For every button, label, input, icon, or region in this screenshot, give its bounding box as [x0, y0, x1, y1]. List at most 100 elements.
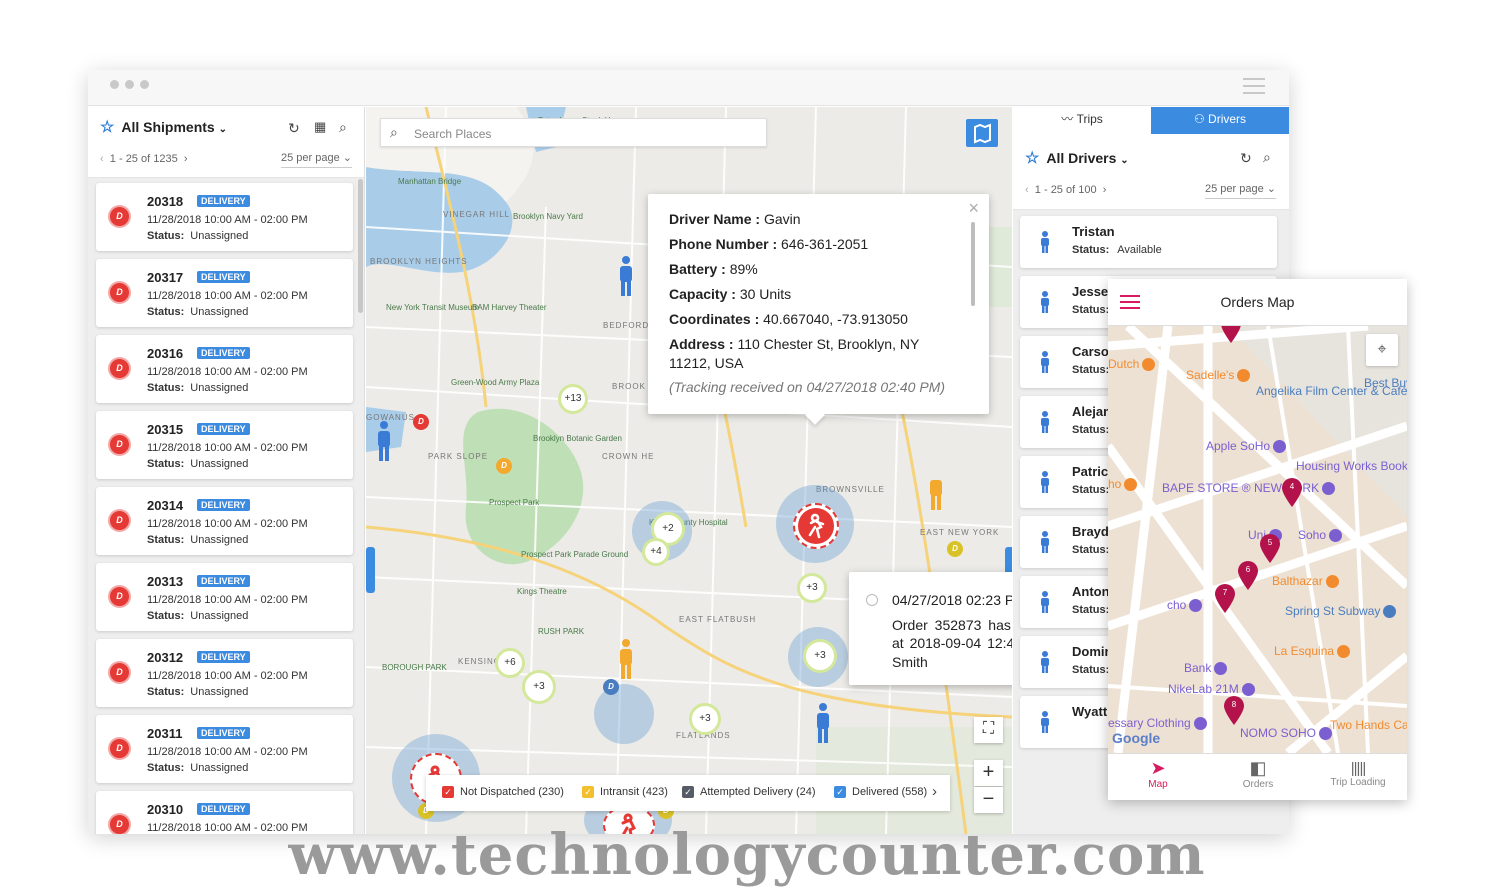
poi-label[interactable]: Two Hands Ca: [1330, 718, 1407, 732]
scrollbar[interactable]: [358, 179, 363, 313]
search-icon[interactable]: ⌕: [1263, 149, 1271, 166]
radio-icon[interactable]: [866, 594, 878, 606]
status-value: Unassigned: [190, 762, 249, 774]
zoom-out-button[interactable]: −: [974, 787, 1003, 813]
cluster-marker[interactable]: +3: [689, 703, 721, 735]
shipment-card[interactable]: D 20314 DELIVERY 11/28/2018 10:00 AM - 02:0…: [96, 487, 353, 555]
search-icon[interactable]: ⌕: [339, 119, 347, 136]
order-pin-intransit[interactable]: D: [947, 541, 963, 557]
chevron-right-icon[interactable]: ›: [932, 783, 937, 800]
search-places-input[interactable]: ⌕ Search Places: [380, 118, 767, 147]
prev-page-icon[interactable]: ‹: [100, 153, 104, 165]
shipment-card[interactable]: D 20313 DELIVERY 11/28/2018 10:00 AM - 02:0…: [96, 563, 353, 631]
delivery-window: 11/28/2018 10:00 AM - 02:00 PM: [147, 214, 308, 226]
driver-card[interactable]: Tristan Status: Available: [1020, 216, 1277, 268]
tab-trips[interactable]: 〰 Trips: [1013, 107, 1151, 134]
order-pin[interactable]: 6: [1237, 561, 1259, 591]
poi-label[interactable]: Best Buy: [1364, 376, 1407, 390]
map-type-button[interactable]: [966, 119, 998, 147]
mobile-map[interactable]: Dutch Sadelle's Angelika Film Center & Caf…: [1108, 326, 1407, 753]
poi-label[interactable]: Apple SoHo: [1206, 439, 1287, 454]
order-pin[interactable]: 8: [1223, 696, 1245, 726]
order-pin-not-dispatched[interactable]: D: [413, 414, 429, 430]
shipments-filter[interactable]: ☆ All Shipments ⌄: [100, 117, 227, 137]
checkbox-icon[interactable]: ✓: [682, 786, 694, 799]
poi-label[interactable]: La Esquina: [1274, 644, 1351, 659]
zoom-in-button[interactable]: +: [974, 760, 1003, 786]
refresh-icon[interactable]: ↻: [288, 120, 300, 137]
order-pin[interactable]: [1220, 326, 1242, 344]
poi-label[interactable]: cho: [1167, 598, 1203, 613]
shipment-card[interactable]: D 20312 DELIVERY 11/28/2018 10:00 AM - 02:0…: [96, 639, 353, 707]
poi-label[interactable]: BAPE STORE ® NEW YORK: [1162, 481, 1336, 496]
driver-person-icon[interactable]: [616, 638, 636, 680]
shipment-card[interactable]: D 20317 DELIVERY 11/28/2018 10:00 AM - 02:0…: [96, 259, 353, 327]
hamburger-menu-icon[interactable]: [1243, 78, 1265, 99]
order-pin-intransit[interactable]: D: [496, 458, 512, 474]
cluster-marker[interactable]: +3: [522, 670, 556, 704]
shipment-card[interactable]: D 20315 DELIVERY 11/28/2018 10:00 AM - 02:0…: [96, 411, 353, 479]
nav-orders[interactable]: ◧ Orders: [1208, 754, 1308, 800]
driver-person-icon[interactable]: [813, 702, 833, 744]
poi-label[interactable]: NikeLab 21M: [1168, 682, 1255, 697]
calendar-icon[interactable]: ▦: [314, 119, 326, 135]
shipment-card[interactable]: D 20318 DELIVERY 11/28/2018 10:00 AM - 02:0…: [96, 183, 353, 251]
poi-label[interactable]: essary Clothing: [1108, 716, 1207, 731]
window-dot[interactable]: [140, 80, 149, 89]
star-icon[interactable]: ☆: [100, 119, 114, 136]
checkbox-icon[interactable]: ✓: [582, 786, 594, 799]
star-icon[interactable]: ☆: [1025, 150, 1039, 167]
collapse-left-tab[interactable]: [366, 547, 375, 593]
poi-label[interactable]: NOMO SOHO: [1240, 726, 1333, 741]
my-location-icon[interactable]: ⌖: [1366, 334, 1398, 366]
order-pin[interactable]: 5: [1259, 534, 1281, 564]
driver-marker-gavin[interactable]: [793, 503, 839, 549]
checkbox-icon[interactable]: ✓: [442, 786, 454, 799]
poi-label[interactable]: Spring St Subway: [1285, 604, 1397, 619]
poi-label[interactable]: Soho: [1298, 528, 1343, 543]
tab-drivers[interactable]: ⚇ Drivers: [1151, 107, 1289, 134]
per-page-select[interactable]: 25 per page ⌄: [281, 151, 352, 168]
driver-person-icon[interactable]: [616, 255, 636, 297]
next-page-icon[interactable]: ›: [184, 153, 188, 165]
cluster-marker[interactable]: +4: [642, 538, 670, 566]
legend-not-dispatched[interactable]: ✓ Not Dispatched (230): [442, 786, 564, 799]
person-icon: [1041, 651, 1049, 673]
driver-person-icon[interactable]: [926, 478, 946, 512]
per-page-select[interactable]: 25 per page ⌄: [1205, 182, 1276, 199]
poi-label[interactable]: Dutch: [1108, 357, 1156, 372]
map-view[interactable]: WILLIAMSBURGVINEGAR HILLBROOKLYN HEIGHTS…: [366, 107, 1012, 834]
window-dot[interactable]: [125, 80, 134, 89]
refresh-icon[interactable]: ↻: [1240, 150, 1252, 167]
next-page-icon[interactable]: ›: [1103, 184, 1107, 196]
cluster-marker[interactable]: +6: [495, 648, 525, 678]
legend-delivered[interactable]: ✓ Delivered (558): [834, 786, 927, 799]
window-dot[interactable]: [110, 80, 119, 89]
poi-label[interactable]: Bank: [1184, 661, 1228, 676]
scrollbar[interactable]: [971, 222, 975, 306]
poi-label[interactable]: Balthazar: [1272, 574, 1339, 589]
driver-person-icon[interactable]: [374, 420, 394, 462]
cluster-marker[interactable]: +3: [797, 573, 827, 603]
legend-intransit[interactable]: ✓ Intransit (423): [582, 786, 668, 799]
cluster-marker[interactable]: +3: [803, 639, 837, 673]
chevron-down-icon[interactable]: ⌄: [219, 124, 227, 135]
shipment-card[interactable]: D 20316 DELIVERY 11/28/2018 10:00 AM - 02:0…: [96, 335, 353, 403]
prev-page-icon[interactable]: ‹: [1025, 184, 1029, 196]
shipment-card[interactable]: D 20311 DELIVERY 11/28/2018 10:00 AM - 02:0…: [96, 715, 353, 783]
poi-label[interactable]: Sadelle's: [1186, 368, 1251, 383]
order-pin[interactable]: 7: [1214, 584, 1236, 614]
nav-map[interactable]: ➤ Map: [1108, 754, 1208, 800]
drivers-filter[interactable]: ☆ All Drivers ⌄: [1025, 148, 1129, 168]
order-pin-delivered[interactable]: D: [603, 679, 619, 695]
legend-attempted[interactable]: ✓ Attempted Delivery (24): [682, 786, 816, 799]
nav-trip-loading[interactable]: ||||| Trip Loading: [1308, 754, 1407, 800]
fullscreen-button[interactable]: ⛶: [974, 717, 1003, 743]
poi-label[interactable]: ho: [1108, 477, 1138, 492]
checkbox-icon[interactable]: ✓: [834, 786, 846, 799]
order-pin[interactable]: 4: [1281, 478, 1303, 508]
close-icon[interactable]: ×: [968, 198, 979, 219]
poi-label[interactable]: Housing Works Bookstore Cafe: [1296, 459, 1407, 473]
cluster-marker[interactable]: +13: [558, 384, 588, 414]
chevron-down-icon[interactable]: ⌄: [1120, 155, 1128, 166]
